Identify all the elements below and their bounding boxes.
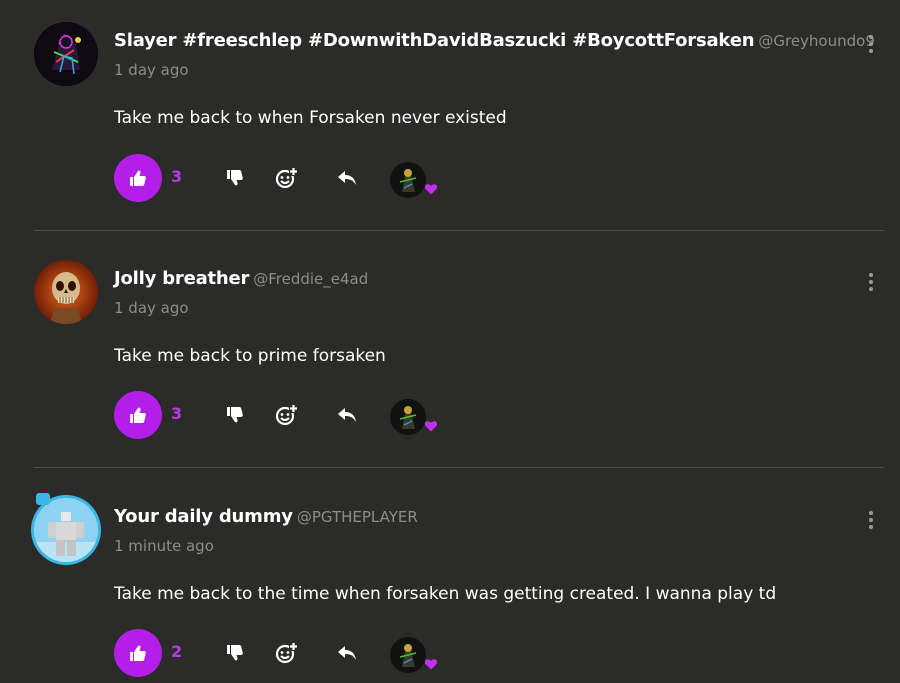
thumbs-up-icon (130, 407, 146, 423)
comment-text: Take me back to prime forsaken (114, 346, 386, 366)
user-handle[interactable]: @Freddie_e4ad (253, 270, 368, 288)
neon-figure-avatar[interactable] (34, 22, 98, 86)
like-count: 2 (171, 642, 183, 661)
skull-avatar[interactable] (34, 260, 98, 324)
thumbs-down-icon[interactable] (223, 403, 247, 427)
heart-icon (424, 659, 438, 670)
comment-divider (34, 467, 884, 468)
user-handle[interactable]: @PGTHEPLAYER (297, 508, 418, 526)
username[interactable]: Slayer #freeschlep #DownwithDavidBaszuck… (114, 30, 755, 51)
roblox-dummy-avatar[interactable] (34, 498, 98, 562)
comment-actions: 3 (114, 154, 454, 202)
add-reaction-icon[interactable] (274, 166, 298, 190)
username[interactable]: Your daily dummy (114, 506, 293, 527)
badge-icon (36, 493, 50, 505)
user-handle[interactable]: @Greyhoundo9 (758, 32, 875, 50)
heart-icon (424, 421, 438, 432)
thumbs-down-icon[interactable] (223, 641, 247, 665)
thumbs-up-icon (130, 645, 146, 661)
thumbs-down-icon[interactable] (223, 166, 247, 190)
username[interactable]: Jolly breather (114, 268, 249, 289)
add-reaction-icon[interactable] (274, 641, 298, 665)
thumbs-up-icon (130, 170, 146, 186)
comment-header: Slayer #freeschlep #DownwithDavidBaszuck… (114, 30, 875, 51)
comment-header: Jolly breather @Freddie_e4ad (114, 268, 368, 289)
like-count: 3 (171, 404, 183, 423)
kebab-menu-icon[interactable] (864, 33, 878, 57)
timestamp: 1 day ago (114, 299, 189, 317)
reply-icon[interactable] (335, 403, 359, 427)
timestamp: 1 minute ago (114, 537, 214, 555)
reply-icon[interactable] (335, 166, 359, 190)
timestamp: 1 day ago (114, 61, 189, 79)
comment-header: Your daily dummy @PGTHEPLAYER (114, 506, 418, 527)
comment-divider (34, 230, 884, 231)
like-button[interactable] (114, 391, 162, 439)
comment-text: Take me back to when Forsaken never exis… (114, 108, 507, 128)
liker-avatar[interactable] (390, 399, 426, 435)
comment-actions: 3 (114, 391, 454, 439)
add-reaction-icon[interactable] (274, 403, 298, 427)
kebab-menu-icon[interactable] (864, 509, 878, 533)
reply-icon[interactable] (335, 641, 359, 665)
comment-text: Take me back to the time when forsaken w… (114, 584, 777, 604)
like-button[interactable] (114, 154, 162, 202)
comment-actions: 2 (114, 629, 454, 677)
heart-icon (424, 184, 438, 195)
kebab-menu-icon[interactable] (864, 271, 878, 295)
like-button[interactable] (114, 629, 162, 677)
like-count: 3 (171, 167, 183, 186)
liker-avatar[interactable] (390, 637, 426, 673)
liker-avatar[interactable] (390, 162, 426, 198)
